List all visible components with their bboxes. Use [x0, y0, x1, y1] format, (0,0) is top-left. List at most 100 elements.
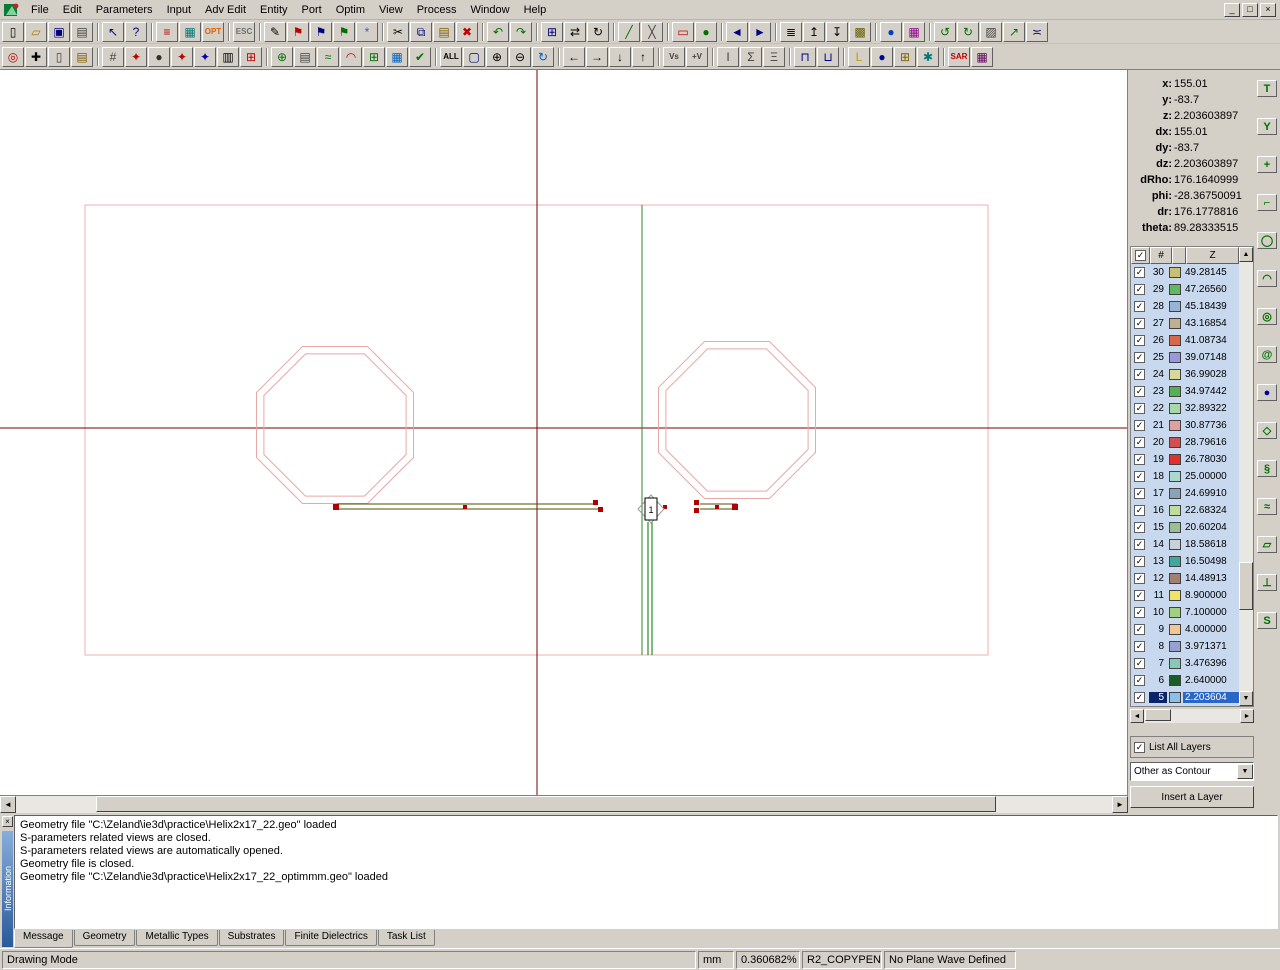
layer-visibility-checkbox[interactable]: ✓ [1134, 420, 1145, 431]
layer-row[interactable]: ✓2947.26560 [1131, 281, 1239, 298]
layer-row[interactable]: ✓2539.07148 [1131, 349, 1239, 366]
layer-visibility-checkbox[interactable]: ✓ [1134, 318, 1145, 329]
layer-color-swatch[interactable] [1169, 420, 1181, 431]
modules-button[interactable]: ▦ [903, 22, 925, 42]
geometry-info-button[interactable]: ▯ [48, 47, 70, 67]
menu-adv-edit[interactable]: Adv Edit [198, 1, 253, 19]
layer-color-swatch[interactable] [1169, 539, 1181, 550]
select-polygon-button[interactable]: ⚑ [287, 22, 309, 42]
layer-color-swatch[interactable] [1169, 658, 1181, 669]
layer-row[interactable]: ✓2641.08734 [1131, 332, 1239, 349]
layer-visibility-checkbox[interactable]: ✓ [1134, 454, 1145, 465]
restore-button[interactable]: □ [1242, 3, 1258, 17]
help-pointer-button[interactable]: ↖ [102, 22, 124, 42]
layer-row[interactable]: ✓1825.00000 [1131, 468, 1239, 485]
snap-to-vertex-button[interactable]: * [356, 22, 378, 42]
open-file-button[interactable]: ▱ [25, 22, 47, 42]
corner-marker-button[interactable]: L [848, 47, 870, 67]
layer-row[interactable]: ✓52.203604 [1131, 689, 1239, 706]
layer-color-swatch[interactable] [1169, 335, 1181, 346]
escape-button[interactable]: ESC [233, 22, 255, 42]
layer-visibility-checkbox[interactable]: ✓ [1134, 369, 1145, 380]
scroll-down-icon[interactable]: ▼ [1239, 691, 1253, 706]
layer-row[interactable]: ✓2845.18439 [1131, 298, 1239, 315]
list-all-layers-checkbox[interactable]: ✓ [1134, 742, 1145, 753]
layer-row[interactable]: ✓2028.79616 [1131, 434, 1239, 451]
probe-tool[interactable]: ⊥ [1257, 574, 1277, 591]
data-table-button[interactable]: ▦ [386, 47, 408, 67]
green-pen-button[interactable]: ↗ [1003, 22, 1025, 42]
layer-color-swatch[interactable] [1169, 573, 1181, 584]
menu-process[interactable]: Process [410, 1, 464, 19]
layer-visibility-checkbox[interactable]: ✓ [1134, 471, 1145, 482]
scroll-right-icon[interactable]: ► [1112, 796, 1128, 813]
arc-tool[interactable]: ◠ [1257, 270, 1277, 287]
layer-visibility-checkbox[interactable]: ✓ [1134, 403, 1145, 414]
layer-visibility-checkbox[interactable]: ✓ [1134, 488, 1145, 499]
pattern-button[interactable]: ⊕ [271, 47, 293, 67]
settings-button[interactable]: ✱ [917, 47, 939, 67]
scroll-left-icon[interactable]: ◄ [0, 796, 16, 813]
layer-visibility-checkbox[interactable]: ✓ [1134, 573, 1145, 584]
layer-row[interactable]: ✓118.900000 [1131, 587, 1239, 604]
layer-visibility-checkbox[interactable]: ✓ [1134, 522, 1145, 533]
layer-row[interactable]: ✓83.971371 [1131, 638, 1239, 655]
layer-visibility-checkbox[interactable]: ✓ [1134, 624, 1145, 635]
cross-junction-tool[interactable]: + [1257, 156, 1277, 173]
rotate-button[interactable]: ↻ [587, 22, 609, 42]
measure-button[interactable]: ╳ [641, 22, 663, 42]
layer-row[interactable]: ✓1316.50498 [1131, 553, 1239, 570]
align-top-button[interactable]: ⊓ [794, 47, 816, 67]
rotate-ccw-button[interactable]: ↺ [934, 22, 956, 42]
display-options-button[interactable]: ▦ [179, 22, 201, 42]
layer-header-color[interactable] [1172, 247, 1186, 264]
scroll-left-icon[interactable]: ◄ [1130, 709, 1144, 723]
layer-color-swatch[interactable] [1169, 318, 1181, 329]
close-button[interactable]: × [1260, 3, 1276, 17]
redo-button[interactable]: ↷ [510, 22, 532, 42]
save-file-button[interactable]: ▣ [48, 22, 70, 42]
layer-row[interactable]: ✓2436.99028 [1131, 366, 1239, 383]
sphere-tool[interactable]: ● [1257, 384, 1277, 401]
mirror-button[interactable]: ⇄ [564, 22, 586, 42]
move-layer-down-button[interactable]: ↧ [826, 22, 848, 42]
basic-parameters-button[interactable]: ≡ [156, 22, 178, 42]
layer-header-z[interactable]: Z [1186, 247, 1239, 264]
select-group-button[interactable]: ⚑ [333, 22, 355, 42]
merge-button[interactable]: ≍ [1026, 22, 1048, 42]
menu-help[interactable]: Help [517, 1, 554, 19]
world-view-button[interactable]: ● [880, 22, 902, 42]
menu-optim[interactable]: Optim [329, 1, 372, 19]
redraw-button[interactable]: ↻ [532, 47, 554, 67]
layer-color-swatch[interactable] [1169, 369, 1181, 380]
zoom-out-button[interactable]: ⊖ [509, 47, 531, 67]
menu-window[interactable]: Window [463, 1, 516, 19]
print-button[interactable]: ▤ [71, 22, 93, 42]
previous-view-button[interactable]: ◄ [726, 22, 748, 42]
meander-tool[interactable]: ≈ [1257, 498, 1277, 515]
layer-color-swatch[interactable] [1169, 624, 1181, 635]
layer-color-swatch[interactable] [1169, 675, 1181, 686]
list-all-layers-option[interactable]: ✓ List All Layers [1130, 736, 1254, 758]
sphere-view-button[interactable]: ● [871, 47, 893, 67]
paste-button[interactable]: ▤ [433, 22, 455, 42]
scrollbar-thumb[interactable] [1239, 562, 1253, 610]
layer-row[interactable]: ✓1622.68324 [1131, 502, 1239, 519]
minimize-button[interactable]: _ [1224, 3, 1240, 17]
array-copy-button[interactable]: ⊞ [541, 22, 563, 42]
simulate-blue-button[interactable]: ✦ [194, 47, 216, 67]
bend-tool[interactable]: ⌐ [1257, 194, 1277, 211]
tab-substrates[interactable]: Substrates [219, 930, 285, 946]
sar-button[interactable]: SAR [948, 47, 970, 67]
contour-dropdown[interactable]: Other as Contour ▼ [1130, 762, 1254, 781]
wye-junction-tool[interactable]: Y [1257, 118, 1277, 135]
layer-row[interactable]: ✓1418.58618 [1131, 536, 1239, 553]
layer-color-swatch[interactable] [1169, 386, 1181, 397]
tee-junction-tool[interactable]: T [1257, 80, 1277, 97]
optimization-button[interactable]: OPT [202, 22, 224, 42]
layer-color-swatch[interactable] [1169, 454, 1181, 465]
helix-tool[interactable]: S [1257, 612, 1277, 629]
layer-row[interactable]: ✓2232.89322 [1131, 400, 1239, 417]
layer-visibility-checkbox[interactable]: ✓ [1134, 437, 1145, 448]
zoom-all-button[interactable]: ALL [440, 47, 462, 67]
